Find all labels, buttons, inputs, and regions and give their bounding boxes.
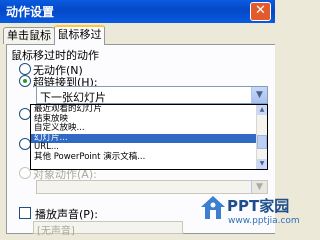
tab-click[interactable]: 单击鼠标 — [3, 27, 55, 44]
watermark-url: www.pptjia.com — [228, 216, 300, 226]
scroll-up-icon[interactable]: ▲ — [257, 105, 267, 115]
sound-select[interactable]: [无声音] — [33, 221, 183, 237]
hyperlink-dropdown-list[interactable]: 最近观看的幻灯片 结束放映 自定义放映... 幻灯片... URL... 其他 … — [30, 104, 268, 170]
watermark: PPT家园 www.pptjia.com — [200, 187, 300, 234]
logo-icon — [201, 196, 225, 219]
play-sound-label: 播放声音(P): — [35, 208, 98, 221]
section-title: 鼠标移过时的动作 — [11, 49, 99, 62]
hyperlink-select-value: 下一张幻灯片 — [40, 91, 106, 104]
list-item[interactable]: 其他 PowerPoint 演示文稿... — [31, 152, 267, 163]
close-icon: ✕ — [255, 3, 266, 18]
tab-click-label: 单击鼠标 — [7, 29, 51, 42]
scroll-thumb[interactable] — [257, 135, 267, 149]
chevron-down-icon: ▼ — [256, 90, 263, 100]
close-button[interactable]: ✕ — [250, 2, 271, 21]
tab-mouse-over[interactable]: 鼠标移过 — [54, 25, 105, 45]
hyperlink-select[interactable]: 下一张幻灯片 ▼ — [36, 86, 268, 104]
hyperlink-radio[interactable] — [19, 75, 31, 87]
list-item-selected[interactable]: 幻灯片... — [31, 133, 267, 143]
title-bar[interactable]: 动作设置 ✕ — [0, 0, 275, 23]
tab-mouse-over-label: 鼠标移过 — [57, 28, 102, 41]
scrollbar[interactable]: ▲ ▼ — [256, 105, 267, 169]
no-action-radio[interactable] — [19, 63, 31, 75]
watermark-title: PPT家园 — [227, 197, 290, 215]
play-sound-checkbox[interactable] — [19, 207, 31, 219]
window-title: 动作设置 — [6, 5, 55, 19]
scroll-down-icon[interactable]: ▼ — [257, 159, 267, 169]
sound-select-value: [无声音] — [37, 226, 75, 237]
dropdown-button[interactable]: ▼ — [251, 87, 267, 103]
